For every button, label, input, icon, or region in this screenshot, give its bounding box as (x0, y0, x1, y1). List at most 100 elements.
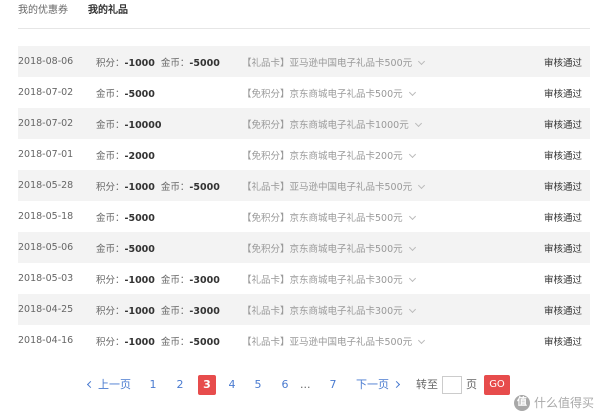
chevron-down-icon[interactable] (408, 150, 416, 158)
page-1-button[interactable]: 1 (145, 372, 161, 398)
row-product[interactable]: 【礼品卡】亚马逊中国电子礼品卡500元 (242, 55, 426, 69)
watermark-badge: 值 (513, 394, 530, 411)
page-7-button[interactable]: 7 (325, 372, 341, 398)
page-3-button[interactable]: 3 (198, 375, 216, 395)
cost-value: -1000 (124, 336, 155, 348)
cost-value: -1000 (124, 274, 155, 286)
cost-label: 金币： (96, 150, 125, 162)
chevron-down-icon[interactable] (408, 305, 416, 313)
page-5-button[interactable]: 5 (250, 372, 266, 398)
page-6-button[interactable]: 6 (277, 372, 293, 398)
chevron-right-icon (392, 380, 401, 389)
row-cost: 金币：-10000 (96, 117, 162, 131)
chevron-left-icon (86, 380, 95, 389)
cost-label: 积分： (96, 181, 125, 193)
row-cost: 积分：-1000 金币：-5000 (96, 179, 220, 193)
product-tag: 【礼品卡】 (242, 305, 290, 317)
prev-page-label: 上一页 (98, 378, 131, 391)
product-name: 亚马逊中国电子礼品卡500元 (289, 181, 413, 193)
table-row: 2018-04-25 积分：-1000 金币：-3000 【礼品卡】京东商城电子礼品卡… (18, 294, 590, 325)
row-date: 2018-05-28 (18, 180, 74, 191)
cost-label: 积分： (96, 57, 125, 69)
chevron-down-icon[interactable] (418, 181, 426, 189)
product-tag: 【礼品卡】 (242, 181, 290, 193)
cost-label: 金币： (96, 212, 125, 224)
product-name: 亚马逊中国电子礼品卡500元 (289, 57, 413, 69)
row-product[interactable]: 【礼品卡】京东商城电子礼品卡300元 (242, 303, 416, 317)
row-date: 2018-07-01 (18, 149, 74, 160)
product-tag: 【礼品卡】 (242, 336, 290, 348)
next-page-label: 下一页 (356, 378, 389, 391)
table-row: 2018-05-28 积分：-1000 金币：-5000 【礼品卡】亚马逊中国电子礼品… (18, 170, 590, 201)
row-product[interactable]: 【礼品卡】亚马逊中国电子礼品卡500元 (242, 179, 426, 193)
row-date: 2018-04-16 (18, 335, 74, 346)
chevron-down-icon[interactable] (408, 243, 416, 251)
chevron-down-icon[interactable] (408, 274, 416, 282)
cost-label: 金币： (96, 88, 125, 100)
chevron-down-icon[interactable] (408, 212, 416, 220)
product-name: 京东商城电子礼品卡500元 (289, 212, 403, 224)
row-product[interactable]: 【礼品卡】京东商城电子礼品卡300元 (242, 272, 416, 286)
prev-page-button[interactable]: 上一页 (86, 372, 131, 398)
table-row: 2018-07-02 金币：-5000 【免积分】京东商城电子礼品卡500元 审核通过 (18, 77, 590, 108)
cost-value: -5000 (189, 57, 220, 69)
table-row: 2018-05-18 金币：-5000 【免积分】京东商城电子礼品卡500元 审核通过 (18, 201, 590, 232)
cost-label: 金币： (96, 243, 125, 255)
row-status: 审核通过 (543, 88, 582, 100)
chevron-down-icon[interactable] (418, 336, 426, 344)
cost-label: 积分： (96, 274, 125, 286)
tab-bar: 我的优惠券 我的礼品 (18, 4, 128, 24)
row-date: 2018-07-02 (18, 118, 74, 129)
cost-value: -3000 (189, 305, 220, 317)
goto-page-input[interactable] (442, 376, 462, 394)
tab-coupons[interactable]: 我的优惠券 (18, 4, 68, 24)
cost-value: -5000 (189, 181, 220, 193)
row-date: 2018-04-25 (18, 304, 74, 315)
product-tag: 【免积分】 (242, 150, 290, 162)
row-cost: 金币：-5000 (96, 241, 155, 255)
chevron-down-icon[interactable] (408, 88, 416, 96)
row-date: 2018-05-06 (18, 242, 74, 253)
product-tag: 【免积分】 (242, 119, 290, 131)
row-product[interactable]: 【免积分】京东商城电子礼品卡500元 (242, 86, 416, 100)
row-product[interactable]: 【免积分】京东商城电子礼品卡200元 (242, 148, 416, 162)
cost-label: 积分： (96, 336, 125, 348)
row-status: 审核通过 (543, 274, 582, 286)
chevron-down-icon[interactable] (418, 57, 426, 65)
page-unit-label: 页 (466, 378, 477, 391)
row-product[interactable]: 【免积分】京东商城电子礼品卡500元 (242, 210, 416, 224)
watermark: 值 什么值得买 (513, 394, 594, 411)
row-cost: 积分：-1000 金币：-5000 (96, 334, 220, 348)
go-button[interactable]: GO (484, 375, 510, 395)
product-tag: 【免积分】 (242, 212, 290, 224)
cost-label: 金币： (160, 57, 190, 69)
product-name: 京东商城电子礼品卡500元 (289, 243, 403, 255)
row-cost: 积分：-1000 金币：-5000 (96, 55, 220, 69)
chevron-down-icon[interactable] (414, 119, 422, 127)
cost-value: -2000 (124, 150, 155, 162)
page-2-button[interactable]: 2 (172, 372, 188, 398)
row-date: 2018-08-06 (18, 56, 74, 67)
row-product[interactable]: 【礼品卡】亚马逊中国电子礼品卡500元 (242, 334, 426, 348)
gift-record-list: 2018-08-06 积分：-1000 金币：-5000 【礼品卡】亚马逊中国电子礼品… (18, 46, 590, 356)
pagination-ellipsis: ... (300, 378, 311, 391)
page-4-button[interactable]: 4 (224, 372, 240, 398)
cost-value: -3000 (189, 274, 220, 286)
tab-gifts[interactable]: 我的礼品 (88, 4, 128, 24)
cost-label: 金币： (160, 181, 190, 193)
cost-value: -5000 (189, 336, 220, 348)
row-status: 审核通过 (543, 150, 582, 162)
row-product[interactable]: 【免积分】京东商城电子礼品卡1000元 (242, 117, 422, 131)
next-page-button[interactable]: 下一页 (356, 372, 401, 398)
tab-divider (18, 28, 590, 29)
row-product[interactable]: 【免积分】京东商城电子礼品卡500元 (242, 241, 416, 255)
goto-label: 转至 (416, 378, 438, 391)
row-status: 审核通过 (543, 57, 582, 69)
table-row: 2018-05-03 积分：-1000 金币：-3000 【礼品卡】京东商城电子礼品卡… (18, 263, 590, 294)
cost-value: -1000 (124, 57, 155, 69)
cost-value: -10000 (124, 119, 162, 131)
row-status: 审核通过 (543, 305, 582, 317)
cost-value: -5000 (124, 212, 155, 224)
row-cost: 积分：-1000 金币：-3000 (96, 272, 220, 286)
row-cost: 积分：-1000 金币：-3000 (96, 303, 220, 317)
